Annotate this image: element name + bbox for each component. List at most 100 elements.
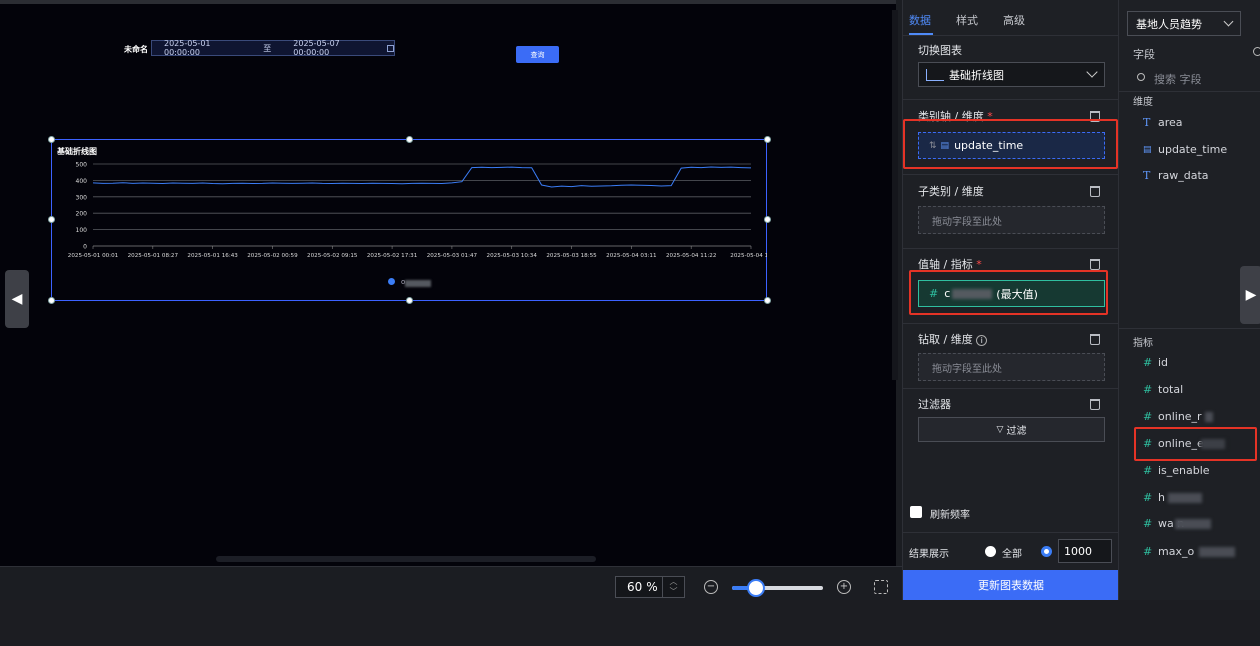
resize-handle-top[interactable] (406, 136, 413, 143)
metric-item-is-enable[interactable]: # is_enable (1143, 464, 1210, 477)
switch-chart-label: 切换图表 (918, 44, 962, 57)
y-tick-label: 400 (76, 178, 88, 185)
metric-type-icon: # (1143, 356, 1153, 369)
metric-item-id[interactable]: # id (1143, 356, 1168, 369)
search-icon (1137, 73, 1145, 81)
series-line (92, 166, 752, 188)
metric-item-online-r[interactable]: # online_r (1143, 410, 1202, 423)
divider (1119, 328, 1260, 329)
x-tick-label: 2025-05-03 10:34 (487, 253, 538, 259)
resize-handle-bottom-right[interactable] (764, 297, 771, 304)
field-name: total (1158, 383, 1184, 396)
zoom-out-icon[interactable]: − (704, 580, 718, 594)
divider (903, 248, 1119, 249)
legend-marker[interactable] (388, 278, 395, 285)
metric-item-total[interactable]: # total (1143, 383, 1183, 396)
highlight-metric-field (1134, 427, 1257, 461)
canvas-vertical-scrollbar[interactable] (892, 10, 898, 380)
filter-button[interactable]: ▽ 过滤 (918, 417, 1105, 442)
filter-label: 过滤器 (918, 398, 951, 411)
field-name: is_enable (1158, 464, 1210, 477)
zoom-stepper[interactable]: ︿ ﹀ (662, 577, 684, 597)
divider (1119, 91, 1260, 92)
trash-icon[interactable] (1090, 186, 1100, 197)
metric-type-icon: # (1143, 517, 1153, 530)
funnel-icon: ▽ (996, 424, 1004, 435)
resize-handle-bottom[interactable] (406, 297, 413, 304)
chart-type-value: 基础折线图 (949, 68, 1004, 82)
y-tick-label: 0 (83, 244, 87, 251)
field-redaction (1205, 412, 1213, 422)
metric-item-max-o[interactable]: # max_o (1143, 545, 1194, 558)
tab-style[interactable]: 样式 (956, 12, 978, 28)
date-start-value: 2025-05-01 00:00:00 (164, 39, 211, 57)
drill-label: 钻取 / 维度 i (918, 331, 988, 347)
subcategory-drop-zone[interactable]: 拖动字段至此处 (918, 206, 1105, 234)
dashboard-editor: 未命名 2025-05-01 00:00:00 至 2025-05-07 00:… (0, 0, 1260, 646)
result-limit-radio[interactable] (1041, 546, 1052, 557)
tab-advanced[interactable]: 高级 (1003, 12, 1025, 28)
footer-background (0, 600, 1260, 646)
x-tick-label: 2025-05-04 19 (730, 253, 767, 259)
line-chart-icon (926, 68, 944, 81)
x-tick-label: 2025-05-03 01:47 (427, 253, 478, 259)
info-icon[interactable]: i (976, 334, 988, 346)
metric-type-icon: # (1143, 410, 1153, 423)
x-tick-label: 2025-05-03 18:55 (546, 253, 597, 259)
chart-type-select[interactable]: 基础折线图 (918, 62, 1105, 87)
field-name: raw_data (1158, 169, 1209, 182)
result-all-radio[interactable] (985, 546, 996, 557)
calendar-icon[interactable] (386, 44, 394, 52)
dimension-item-raw-data[interactable]: Traw_data (1143, 169, 1209, 182)
search-icon[interactable] (1253, 47, 1260, 56)
trash-icon[interactable] (1090, 334, 1100, 345)
y-tick-label: 500 (76, 162, 88, 169)
active-tab-indicator (909, 33, 933, 35)
date-type-icon: ▤ (1143, 144, 1152, 155)
zoom-input[interactable]: 60 % ︿ ﹀ (615, 576, 685, 598)
trash-icon[interactable] (1090, 259, 1100, 270)
field-redaction (1199, 547, 1235, 557)
panel-next-button[interactable]: ▶ (1240, 266, 1260, 324)
canvas-horizontal-scrollbar[interactable] (216, 556, 596, 562)
subcategory-label: 子类别 / 维度 (918, 185, 984, 198)
date-range-picker[interactable]: 2025-05-01 00:00:00 至 2025-05-07 00:00:0… (151, 39, 395, 57)
refresh-checkbox[interactable] (910, 506, 922, 518)
update-chart-button[interactable]: 更新图表数据 (903, 570, 1119, 600)
canvas-prev-button[interactable]: ◀ (5, 270, 29, 328)
field-name: h (1158, 491, 1165, 504)
resize-handle-top-left[interactable] (48, 136, 55, 143)
query-button[interactable]: 查询 (516, 46, 559, 63)
resize-handle-bottom-left[interactable] (48, 297, 55, 304)
fit-screen-icon[interactable] (874, 580, 888, 594)
drill-drop-zone[interactable]: 拖动字段至此处 (918, 353, 1105, 381)
trash-icon[interactable] (1090, 399, 1100, 410)
field-name: area (1158, 116, 1183, 129)
y-tick-label: 300 (76, 194, 88, 201)
design-canvas[interactable]: 未命名 2025-05-01 00:00:00 至 2025-05-07 00:… (0, 0, 896, 566)
zoom-in-icon[interactable]: + (837, 580, 851, 594)
zoom-toolbar: 60 % ︿ ﹀ − + (0, 566, 902, 600)
zoom-slider[interactable] (732, 586, 823, 590)
resize-handle-top-right[interactable] (764, 136, 771, 143)
result-limit-input[interactable]: 1000 (1058, 539, 1112, 563)
highlight-category-field (903, 119, 1118, 169)
text-type-icon: T (1143, 116, 1151, 129)
zoom-slider-thumb[interactable] (746, 579, 765, 597)
metric-item-h[interactable]: # h (1143, 491, 1165, 504)
tab-data[interactable]: 数据 (909, 12, 931, 28)
line-chart: 0 100 200 300 400 500 2025-05-01 00:01 2025-05-… (68, 162, 767, 260)
date-end-value: 2025-05-07 00:00:00 (293, 39, 340, 57)
dimension-item-area[interactable]: Tarea (1143, 116, 1183, 129)
x-tick-label: 2025-05-01 08:27 (128, 253, 179, 259)
dataset-value: 基地人员趋势 (1136, 17, 1202, 31)
divider (903, 323, 1119, 324)
dataset-select[interactable]: 基地人员趋势 (1127, 11, 1241, 36)
field-name: online_r (1158, 410, 1202, 423)
field-search-input[interactable]: 搜索 字段 (1154, 71, 1202, 87)
dimension-item-update-time[interactable]: ▤ update_time (1143, 143, 1227, 156)
legend-redaction (405, 280, 431, 287)
chevron-down-icon (1086, 66, 1098, 78)
x-tick-label: 2025-05-02 00:59 (247, 253, 298, 259)
x-tick-label: 2025-05-01 16:43 (187, 253, 238, 259)
